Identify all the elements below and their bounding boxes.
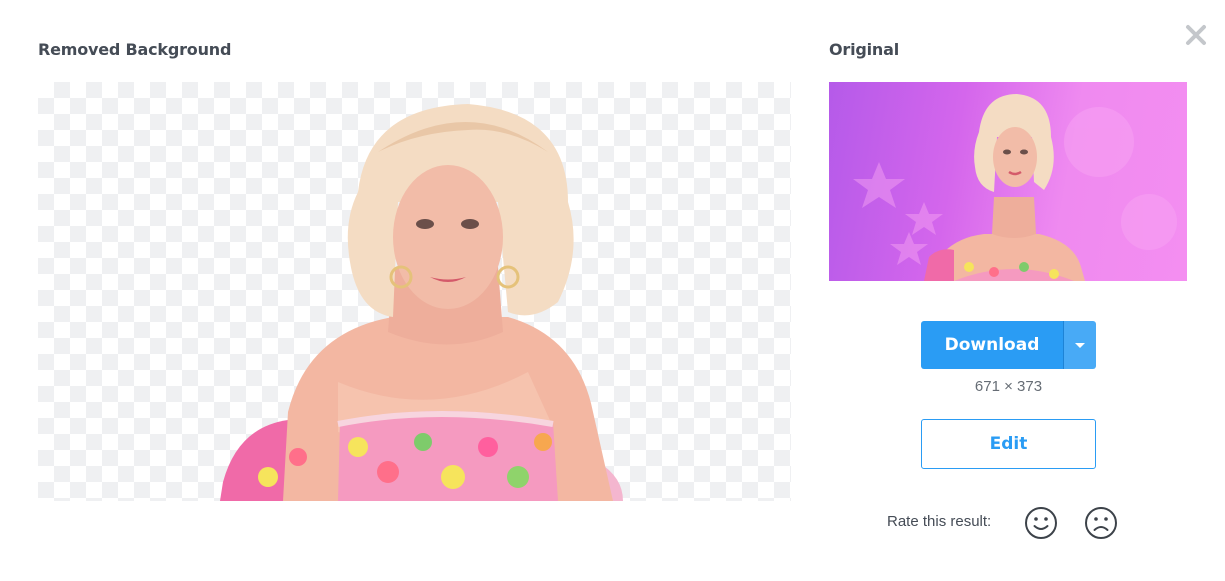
removed-background-preview xyxy=(38,82,791,501)
rate-result-label: Rate this result: xyxy=(887,513,992,530)
original-image-thumbnail xyxy=(829,82,1187,281)
image-dimensions: 671 × 373 xyxy=(974,378,1043,395)
download-options-button[interactable] xyxy=(1064,321,1096,369)
smiley-face-icon[interactable] xyxy=(1024,506,1058,540)
download-button[interactable]: Download xyxy=(921,321,1064,369)
download-split-button: Download xyxy=(921,321,1096,369)
original-title: Original xyxy=(829,40,899,59)
cutout-subject-image xyxy=(220,104,623,501)
removed-background-title: Removed Background xyxy=(38,40,232,59)
close-icon[interactable] xyxy=(1184,23,1208,47)
sad-face-icon[interactable] xyxy=(1084,506,1118,540)
chevron-down-icon xyxy=(1075,342,1085,348)
edit-button[interactable]: Edit xyxy=(921,419,1096,469)
original-photo-image xyxy=(853,94,1177,281)
